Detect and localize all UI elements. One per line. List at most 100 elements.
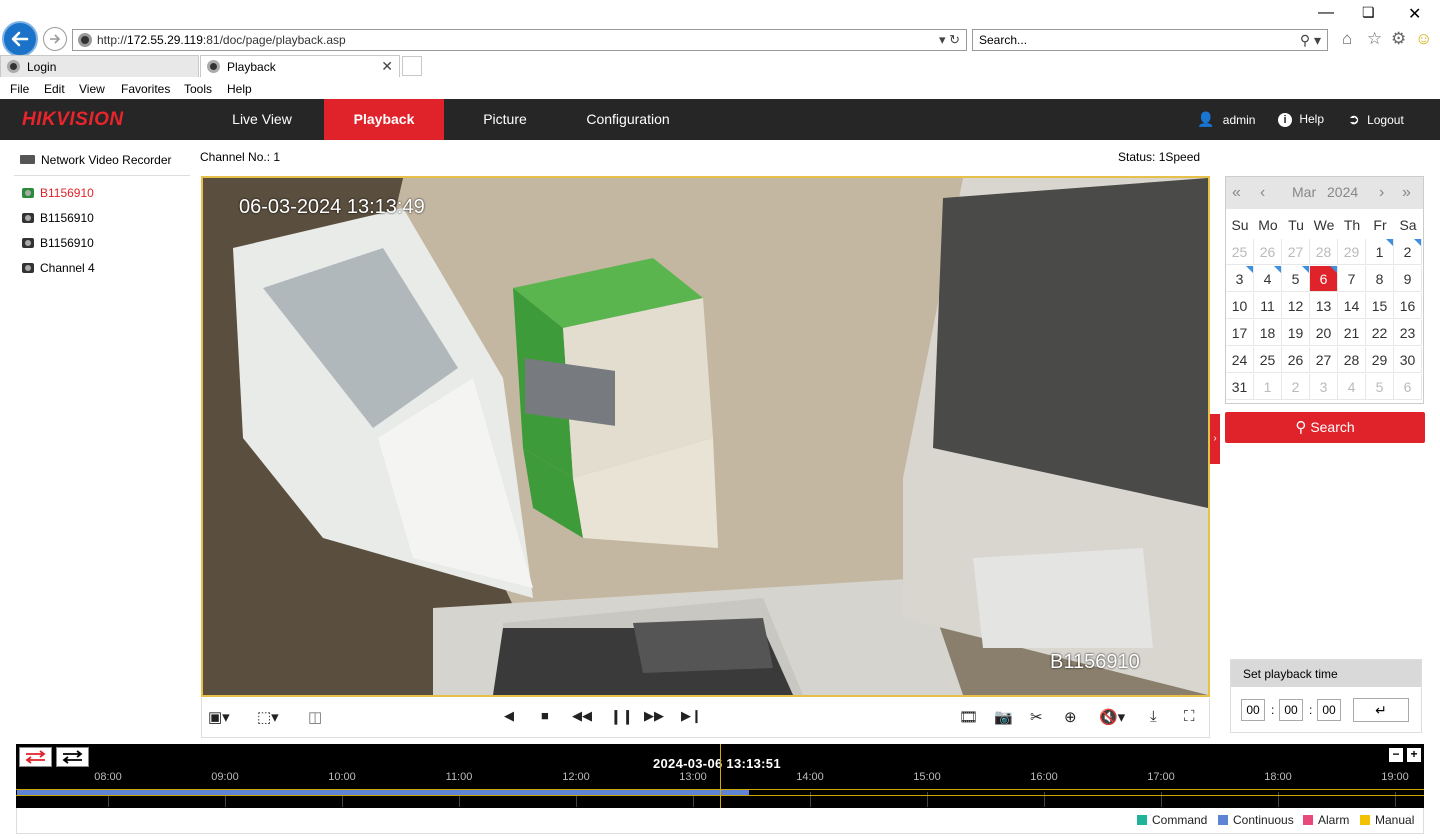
calendar-day[interactable]: 14 (1338, 293, 1366, 319)
calendar-day[interactable]: 28 (1310, 239, 1338, 265)
favorites-star-icon[interactable]: ☆ (1367, 29, 1382, 49)
help-link[interactable]: i Help (1278, 99, 1324, 140)
back-icon[interactable] (2, 21, 38, 57)
calendar-day[interactable]: 6 (1310, 266, 1338, 292)
tree-channel-1[interactable]: B1156910 (22, 186, 94, 200)
capture-camera-icon[interactable]: 📷 (994, 708, 1013, 726)
calendar-day[interactable]: 23 (1394, 320, 1422, 346)
browser-search-box[interactable]: ⚲ ▾ (972, 29, 1328, 51)
calendar-day[interactable]: 11 (1254, 293, 1282, 319)
nav-configuration[interactable]: Configuration (566, 99, 690, 140)
calendar-day[interactable]: 7 (1338, 266, 1366, 292)
calendar-day[interactable]: 5 (1366, 374, 1394, 400)
menu-file[interactable]: File (10, 82, 29, 96)
address-bar[interactable]: http://172.55.29.119:81/doc/page/playbac… (72, 29, 967, 51)
calendar-day[interactable]: 22 (1366, 320, 1394, 346)
calendar-day[interactable]: 8 (1366, 266, 1394, 292)
tab-login[interactable]: Login (0, 55, 199, 77)
calendar-day[interactable]: 26 (1282, 347, 1310, 373)
nav-live-view[interactable]: Live View (200, 99, 324, 140)
calendar-day[interactable]: 30 (1394, 347, 1422, 373)
prev-month-icon[interactable]: ‹ (1260, 184, 1265, 202)
calendar-year[interactable]: 2024 (1327, 184, 1358, 200)
clip-record-icon[interactable]: 🎞 (959, 708, 978, 726)
calendar-day[interactable]: 4 (1338, 374, 1366, 400)
calendar-day[interactable]: 13 (1310, 293, 1338, 319)
prev-year-icon[interactable]: « (1232, 184, 1241, 202)
maximize-icon[interactable]: ❏ (1362, 4, 1375, 21)
calendar-day[interactable]: 17 (1226, 320, 1254, 346)
download-icon[interactable]: ⤓ (1150, 708, 1157, 725)
second-input[interactable] (1317, 699, 1341, 721)
reverse-play-icon[interactable]: ◀ (504, 708, 514, 724)
timeline-sync-icon[interactable] (19, 747, 52, 767)
search-icon[interactable]: ⚲ ▾ (1300, 32, 1321, 49)
calendar-day[interactable]: 29 (1366, 347, 1394, 373)
enter-time-button[interactable]: ↵ (1353, 698, 1409, 722)
timeline[interactable]: 2024-03-06 13:13:51 08:00 09:00 10:00 11:00… (16, 744, 1424, 808)
new-tab-button[interactable] (402, 56, 422, 76)
region-select-icon[interactable]: ⬚▾ (257, 708, 279, 726)
search-button[interactable]: ⚲ Search (1225, 412, 1425, 443)
calendar-day[interactable]: 5 (1282, 266, 1310, 292)
calendar-day[interactable]: 24 (1226, 347, 1254, 373)
panel-toggle-arrow-icon[interactable]: › (1210, 414, 1220, 464)
calendar-day[interactable]: 2 (1282, 374, 1310, 400)
close-window-icon[interactable]: ✕ (1408, 4, 1421, 24)
pause-icon[interactable]: ❙❙ (610, 708, 633, 725)
tab-playback[interactable]: Playback ✕ (200, 55, 400, 77)
settings-gear-icon[interactable]: ⚙ (1391, 29, 1406, 49)
menu-favorites[interactable]: Favorites (121, 82, 170, 96)
forward-icon[interactable] (43, 27, 67, 51)
stop-icon[interactable]: ■ (541, 708, 549, 723)
calendar-day[interactable]: 3 (1226, 266, 1254, 292)
tree-channel-3[interactable]: B1156910 (22, 236, 94, 250)
nav-playback[interactable]: Playback (324, 99, 444, 140)
calendar-day[interactable]: 21 (1338, 320, 1366, 346)
next-year-icon[interactable]: » (1402, 184, 1411, 202)
browser-search-input[interactable] (979, 33, 1279, 47)
calendar-day[interactable]: 27 (1310, 347, 1338, 373)
tab-close-icon[interactable]: ✕ (381, 58, 393, 75)
calendar-day[interactable]: 20 (1310, 320, 1338, 346)
zoom-in-icon[interactable]: ⊕ (1064, 708, 1077, 726)
timeline-adjust-icon[interactable] (56, 747, 89, 767)
refresh-icon[interactable]: ▾ ↻ (939, 32, 960, 48)
next-month-icon[interactable]: › (1379, 184, 1384, 202)
scissors-icon[interactable]: ✂ (1030, 708, 1043, 726)
fisheye-icon[interactable]: ◫ (308, 708, 322, 726)
calendar-day[interactable]: 15 (1366, 293, 1394, 319)
minute-input[interactable] (1279, 699, 1303, 721)
menu-edit[interactable]: Edit (44, 82, 65, 96)
calendar-day[interactable]: 19 (1282, 320, 1310, 346)
calendar-day[interactable]: 3 (1310, 374, 1338, 400)
slow-forward-icon[interactable]: ◀◀ (572, 708, 592, 724)
single-frame-icon[interactable]: ▶❙ (681, 708, 702, 724)
minimize-icon[interactable]: — (1318, 4, 1334, 22)
tree-channel-2[interactable]: B1156910 (22, 211, 94, 225)
calendar-day[interactable]: 12 (1282, 293, 1310, 319)
calendar-day[interactable]: 1 (1366, 239, 1394, 265)
timeline-zoom-out-icon[interactable]: − (1389, 748, 1403, 762)
fullscreen-icon[interactable]: ⛶ (1184, 708, 1195, 725)
calendar-day[interactable]: 10 (1226, 293, 1254, 319)
calendar-day[interactable]: 18 (1254, 320, 1282, 346)
window-layout-icon[interactable]: ▣▾ (208, 708, 230, 726)
calendar-day[interactable]: 25 (1254, 347, 1282, 373)
calendar-day[interactable]: 16 (1394, 293, 1422, 319)
calendar-day[interactable]: 25 (1226, 239, 1254, 265)
calendar-day[interactable]: 29 (1338, 239, 1366, 265)
menu-tools[interactable]: Tools (184, 82, 212, 96)
mute-icon[interactable]: 🔇▾ (1099, 708, 1125, 726)
calendar-day[interactable]: 28 (1338, 347, 1366, 373)
video-window[interactable]: 06-03-2024 13:13:49 B1156910 (201, 176, 1210, 697)
nav-picture[interactable]: Picture (444, 99, 566, 140)
calendar-day[interactable]: 2 (1394, 239, 1422, 265)
calendar-day[interactable]: 31 (1226, 374, 1254, 400)
calendar-day[interactable]: 4 (1254, 266, 1282, 292)
calendar-day[interactable]: 9 (1394, 266, 1422, 292)
feedback-smiley-icon[interactable]: ☺ (1415, 29, 1432, 49)
user-menu[interactable]: 👤 admin (1197, 99, 1255, 140)
calendar-day[interactable]: 1 (1254, 374, 1282, 400)
home-icon[interactable]: ⌂ (1342, 29, 1352, 49)
